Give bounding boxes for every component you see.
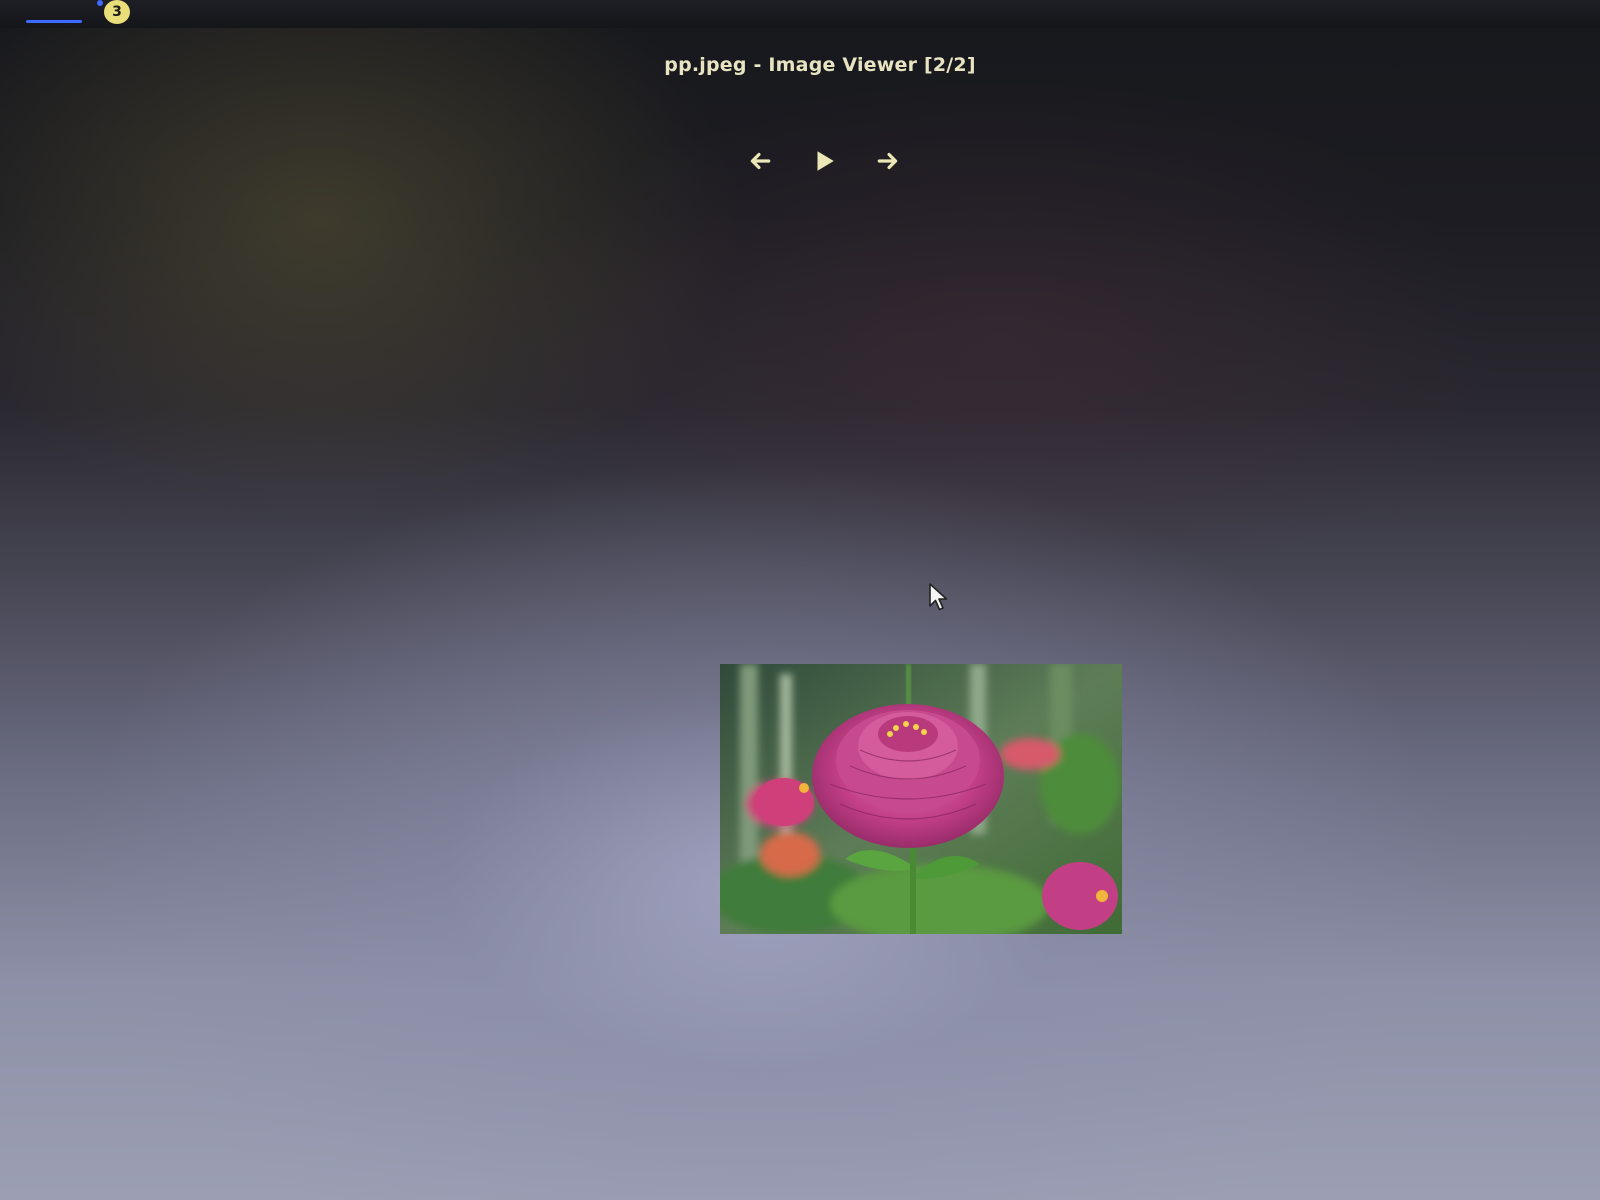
taskbar: 3 <box>0 0 1600 28</box>
next-image-button[interactable] <box>873 146 903 176</box>
arrow-right-icon <box>877 152 898 170</box>
slideshow-play-button[interactable] <box>809 146 839 176</box>
desktop-screen: 3 pp.jpeg - Image Viewer [2/2] <box>0 0 1600 1200</box>
zinnia-flower-photo <box>720 664 1122 934</box>
notification-dot <box>97 0 103 6</box>
arrow-left-icon <box>750 152 771 170</box>
viewer-controls <box>745 146 905 176</box>
window-title: pp.jpeg - Image Viewer [2/2] <box>664 54 976 76</box>
play-icon <box>817 151 834 171</box>
notification-badge[interactable]: 3 <box>104 0 130 24</box>
previous-image-button[interactable] <box>745 146 775 176</box>
displayed-image[interactable] <box>720 664 1122 934</box>
active-window-indicator <box>26 20 82 23</box>
mouse-cursor-icon <box>929 583 948 611</box>
